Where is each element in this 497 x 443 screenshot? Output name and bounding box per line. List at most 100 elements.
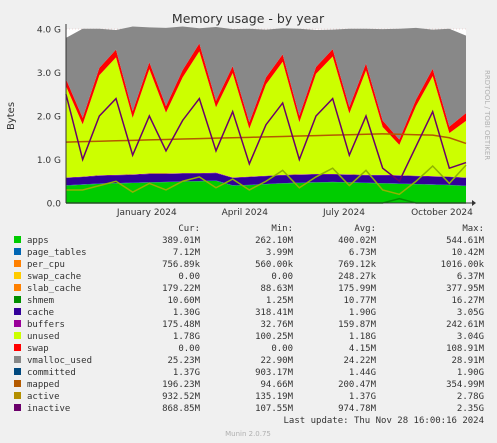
legend-cur: 868.85M	[162, 404, 201, 414]
legend-max: 2.78G	[457, 392, 484, 402]
legend-avg: 1.44G	[349, 368, 376, 378]
legend-name: cache	[27, 308, 54, 318]
legend-max: 242.61M	[446, 320, 485, 330]
legend-swatch	[14, 356, 21, 363]
legend-name: slab_cache	[27, 284, 81, 294]
legend-cur: 0.00	[178, 344, 200, 354]
legend-min: 1.25M	[266, 296, 294, 306]
legend-header-min: Min:	[271, 224, 293, 234]
legend-swatch	[14, 368, 21, 375]
legend-avg: 200.47M	[338, 380, 377, 390]
legend-name: apps	[27, 236, 49, 246]
legend-min: 318.41M	[255, 308, 294, 318]
legend-min: 107.55M	[255, 404, 294, 414]
legend-swatch	[14, 260, 21, 267]
x-axis-arrow	[472, 200, 476, 206]
legend-max: 3.04G	[457, 332, 484, 342]
rrdtool-credit: RRDTOOL / TOBI OETIKER	[483, 70, 491, 160]
legend-min: 0.00	[271, 344, 293, 354]
legend-swatch	[14, 320, 21, 327]
legend-avg: 175.99M	[338, 284, 377, 294]
legend-min: 560.00k	[255, 260, 294, 270]
legend-avg: 1.90G	[349, 308, 376, 318]
legend-avg: 248.27k	[338, 272, 377, 282]
x-tick-label: October 2024	[411, 208, 473, 218]
legend-name: per_cpu	[27, 260, 65, 270]
legend-name: unused	[27, 332, 60, 342]
legend-cur: 389.01M	[162, 236, 201, 246]
legend-swatch	[14, 380, 21, 387]
legend-name: swap	[27, 344, 49, 354]
legend-max: 544.61M	[446, 236, 485, 246]
legend-max: 1.90G	[457, 368, 484, 378]
legend: Cur: Min: Avg: Max: apps 389.01M 262.10M 40…	[14, 224, 485, 414]
legend-header-cur: Cur:	[178, 224, 200, 234]
legend-name: buffers	[27, 320, 65, 330]
legend-avg: 24.22M	[343, 356, 376, 366]
legend-cur: 179.22M	[162, 284, 201, 294]
legend-min: 3.99M	[266, 248, 294, 258]
legend-max: 6.37M	[457, 272, 485, 282]
legend-min: 262.10M	[255, 236, 294, 246]
y-tick-label: 1.0 G	[37, 156, 61, 166]
legend-cur: 175.48M	[162, 320, 201, 330]
legend-avg: 1.37G	[349, 392, 376, 402]
legend-swatch	[14, 296, 21, 303]
legend-min: 22.90M	[260, 356, 293, 366]
legend-cur: 1.78G	[173, 332, 200, 342]
munin-version: Munin 2.0.75	[225, 430, 271, 438]
last-update: Last update: Thu Nov 28 16:00:16 2024	[284, 416, 484, 426]
legend-cur: 10.60M	[167, 296, 200, 306]
legend-max: 354.99M	[446, 380, 485, 390]
legend-cur: 0.00	[178, 272, 200, 282]
legend-avg: 769.12k	[338, 260, 377, 270]
x-axis-ticks: January 2024 April 2024 July 2024 October 2…	[116, 208, 473, 218]
x-tick-label: April 2024	[222, 208, 269, 218]
y-tick-label: 0.0	[47, 200, 62, 210]
legend-min: 903.17M	[255, 368, 294, 378]
legend-swatch	[14, 392, 21, 399]
y-axis-ticks: 0.0 1.0 G 2.0 G 3.0 G 4.0 G	[37, 26, 61, 210]
legend-cur: 932.52M	[162, 392, 201, 402]
legend-avg: 400.02M	[338, 236, 377, 246]
chart-title: Memory usage - by year	[172, 11, 325, 26]
legend-swatch	[14, 404, 21, 411]
memory-usage-chart: Memory usage - by year Bytes RRDTOOL / T…	[6, 11, 491, 438]
legend-cur: 7.12M	[173, 248, 201, 258]
legend-header-avg: Avg:	[354, 224, 376, 234]
x-tick-label: January 2024	[116, 208, 177, 218]
legend-max: 10.42M	[451, 248, 484, 258]
legend-min: 135.19M	[255, 392, 294, 402]
legend-cur: 1.30G	[173, 308, 200, 318]
legend-min: 0.00	[271, 272, 293, 282]
legend-max: 3.05G	[457, 308, 484, 318]
legend-swatch	[14, 284, 21, 291]
legend-min: 100.25M	[255, 332, 294, 342]
legend-name: page_tables	[27, 248, 87, 258]
legend-name: vmalloc_used	[27, 356, 92, 366]
legend-max: 28.91M	[451, 356, 484, 366]
legend-min: 88.63M	[260, 284, 293, 294]
legend-avg: 4.15M	[349, 344, 377, 354]
legend-name: mapped	[27, 380, 60, 390]
legend-avg: 974.78M	[338, 404, 377, 414]
legend-swatch	[14, 236, 21, 243]
legend-max: 2.35G	[457, 404, 484, 414]
legend-min: 32.76M	[260, 320, 293, 330]
legend-header-max: Max:	[462, 224, 484, 234]
legend-cur: 1.37G	[173, 368, 200, 378]
legend-swatch	[14, 272, 21, 279]
legend-swatch	[14, 332, 21, 339]
legend-cur: 196.23M	[162, 380, 201, 390]
legend-avg: 6.73M	[349, 248, 377, 258]
plot-area	[65, 24, 476, 206]
legend-swatch	[14, 344, 21, 351]
legend-avg: 10.77M	[343, 296, 376, 306]
legend-avg: 159.87M	[338, 320, 377, 330]
x-tick-label: July 2024	[322, 208, 365, 218]
legend-name: committed	[27, 368, 76, 378]
legend-swatch	[14, 248, 21, 255]
y-tick-label: 4.0 G	[37, 26, 61, 36]
y-tick-label: 3.0 G	[37, 69, 61, 79]
legend-min: 94.66M	[260, 380, 293, 390]
